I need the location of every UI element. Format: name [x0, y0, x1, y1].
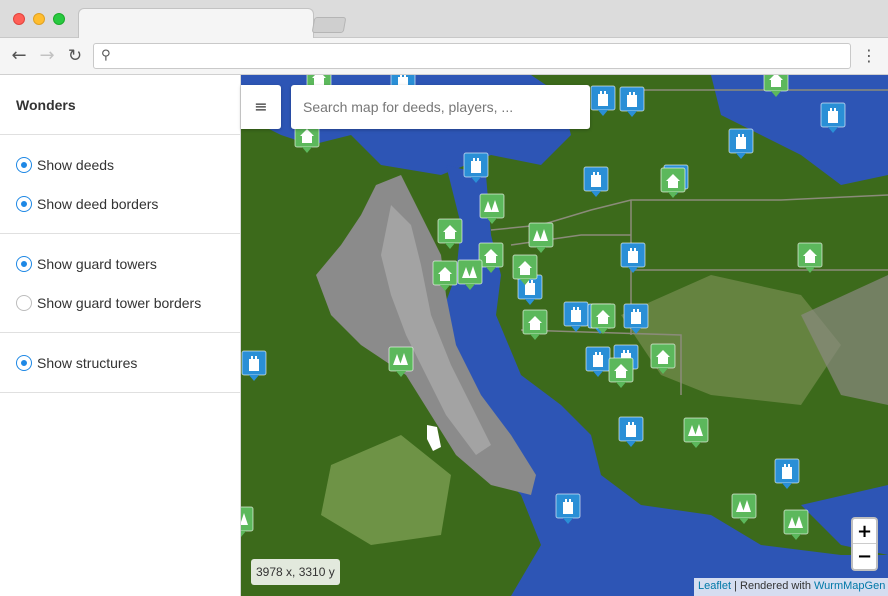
radio-checked-icon[interactable] — [17, 196, 31, 211]
zoom-control: + − — [851, 517, 878, 571]
toggle-label: Show guard tower borders — [37, 294, 202, 311]
wurmmapgen-link[interactable]: WurmMapGen — [814, 580, 885, 592]
cursor-coordinates: 3978 x, 3310 y — [251, 559, 340, 585]
sidebar-group-structures: Show structures — [0, 333, 240, 393]
address-bar[interactable]: ⚲ — [93, 43, 851, 69]
sidebar-group-towers: Show guard towers Show guard tower borde… — [0, 234, 240, 333]
radio-checked-icon[interactable] — [17, 157, 31, 172]
toggle-label: Show guard towers — [37, 255, 157, 272]
map-search-input[interactable] — [291, 85, 590, 129]
toggle-show-guard-tower-borders[interactable]: Show guard tower borders — [0, 283, 240, 322]
map-attribution: Leaflet | Rendered with WurmMapGen — [694, 578, 888, 596]
back-arrow-icon[interactable]: ← — [8, 45, 30, 67]
zoom-in-button[interactable]: + — [853, 519, 876, 544]
close-window-button[interactable] — [13, 13, 25, 25]
sidebar-group-deeds: Show deeds Show deed borders — [0, 135, 240, 234]
browser-tab-active[interactable] — [78, 8, 314, 39]
toggle-show-guard-towers[interactable]: Show guard towers — [0, 244, 240, 283]
browser-titlebar — [0, 0, 888, 39]
toggle-show-deed-borders[interactable]: Show deed borders — [0, 184, 240, 223]
layers-sidebar: Wonders Show deeds Show deed borders Sho… — [0, 75, 241, 596]
sidebar-title: Wonders — [0, 75, 240, 135]
browser-toolbar: ← → ↻ ⚲ ⋮ — [0, 38, 888, 75]
map-terrain[interactable] — [241, 75, 888, 596]
radio-checked-icon[interactable] — [17, 256, 31, 271]
toggle-show-structures[interactable]: Show structures — [0, 343, 240, 382]
map-view[interactable] — [241, 75, 888, 596]
zoom-out-button[interactable]: − — [853, 544, 876, 569]
attribution-separator: | Rendered with — [731, 580, 814, 592]
forward-arrow-icon[interactable]: → — [36, 45, 58, 67]
toggle-label: Show structures — [37, 354, 138, 371]
toggle-show-deeds[interactable]: Show deeds — [0, 145, 240, 184]
leaflet-link[interactable]: Leaflet — [698, 580, 731, 592]
search-icon: ⚲ — [101, 48, 111, 63]
maximize-window-button[interactable] — [53, 13, 65, 25]
kebab-menu-icon[interactable]: ⋮ — [861, 45, 877, 67]
toggle-label: Show deed borders — [37, 195, 159, 212]
radio-checked-icon[interactable] — [17, 355, 31, 370]
minimize-window-button[interactable] — [33, 13, 45, 25]
new-tab-button[interactable] — [311, 17, 347, 33]
map-menu-button[interactable]: ≡ — [241, 85, 281, 129]
radio-unchecked-icon[interactable] — [16, 294, 32, 311]
reload-icon[interactable]: ↻ — [64, 45, 86, 67]
toggle-label: Show deeds — [37, 156, 115, 173]
